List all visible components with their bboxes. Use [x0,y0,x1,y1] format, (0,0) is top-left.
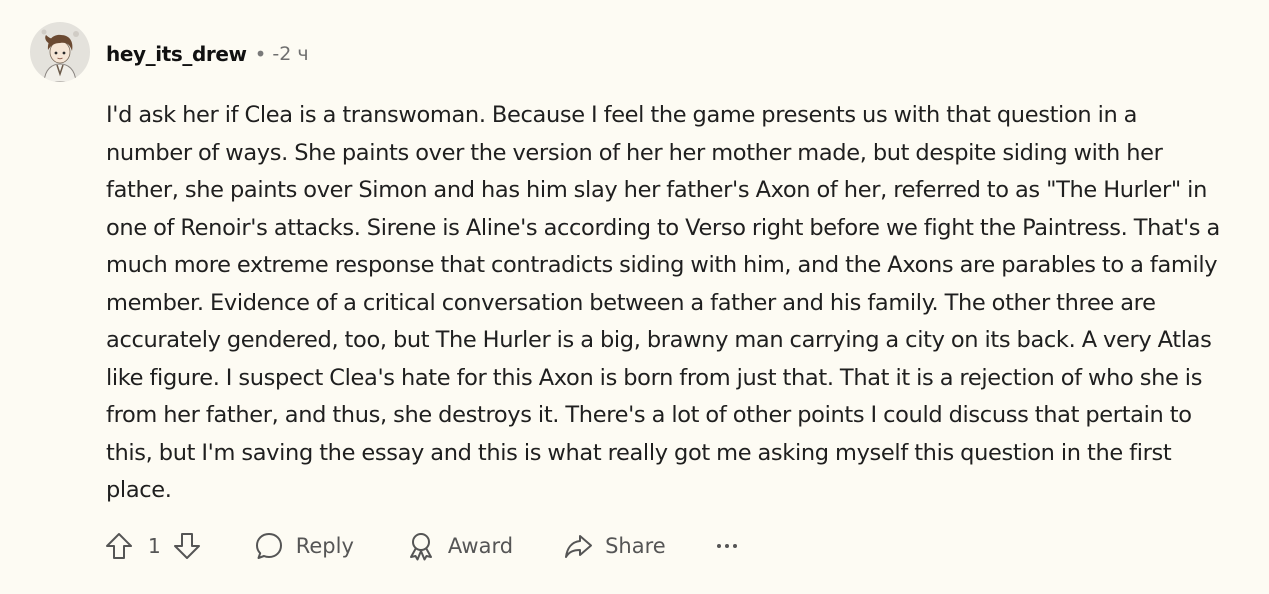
reply-button[interactable]: Reply [254,531,354,561]
comment-meta: hey_its_drew • -2 ч [106,40,309,68]
award-button[interactable]: Award [406,531,513,561]
share-button[interactable]: Share [563,531,666,561]
downvote-button[interactable] [172,531,202,561]
comment-actions: 1 Reply Award Share [104,526,738,566]
avatar[interactable] [30,22,90,82]
ellipsis-icon [716,541,738,551]
award-label: Award [447,534,514,558]
comment: hey_its_drew • -2 ч I'd ask her if Clea … [0,0,1269,594]
share-arrow-icon [563,531,593,561]
award-ribbon-icon [406,531,436,561]
arrow-down-icon [172,531,202,561]
comment-timestamp[interactable]: -2 ч [272,43,308,65]
reply-label: Reply [295,534,354,558]
meta-separator: • [254,42,267,66]
comment-body: I'd ask her if Clea is a transwoman. Bec… [106,102,1220,503]
more-options-button[interactable] [716,541,738,551]
vote-count: 1 [148,534,161,558]
author-username[interactable]: hey_its_drew [106,42,247,66]
share-label: Share [605,534,666,558]
arrow-up-icon [104,531,134,561]
speech-bubble-icon [254,531,284,561]
upvote-button[interactable] [104,531,134,561]
